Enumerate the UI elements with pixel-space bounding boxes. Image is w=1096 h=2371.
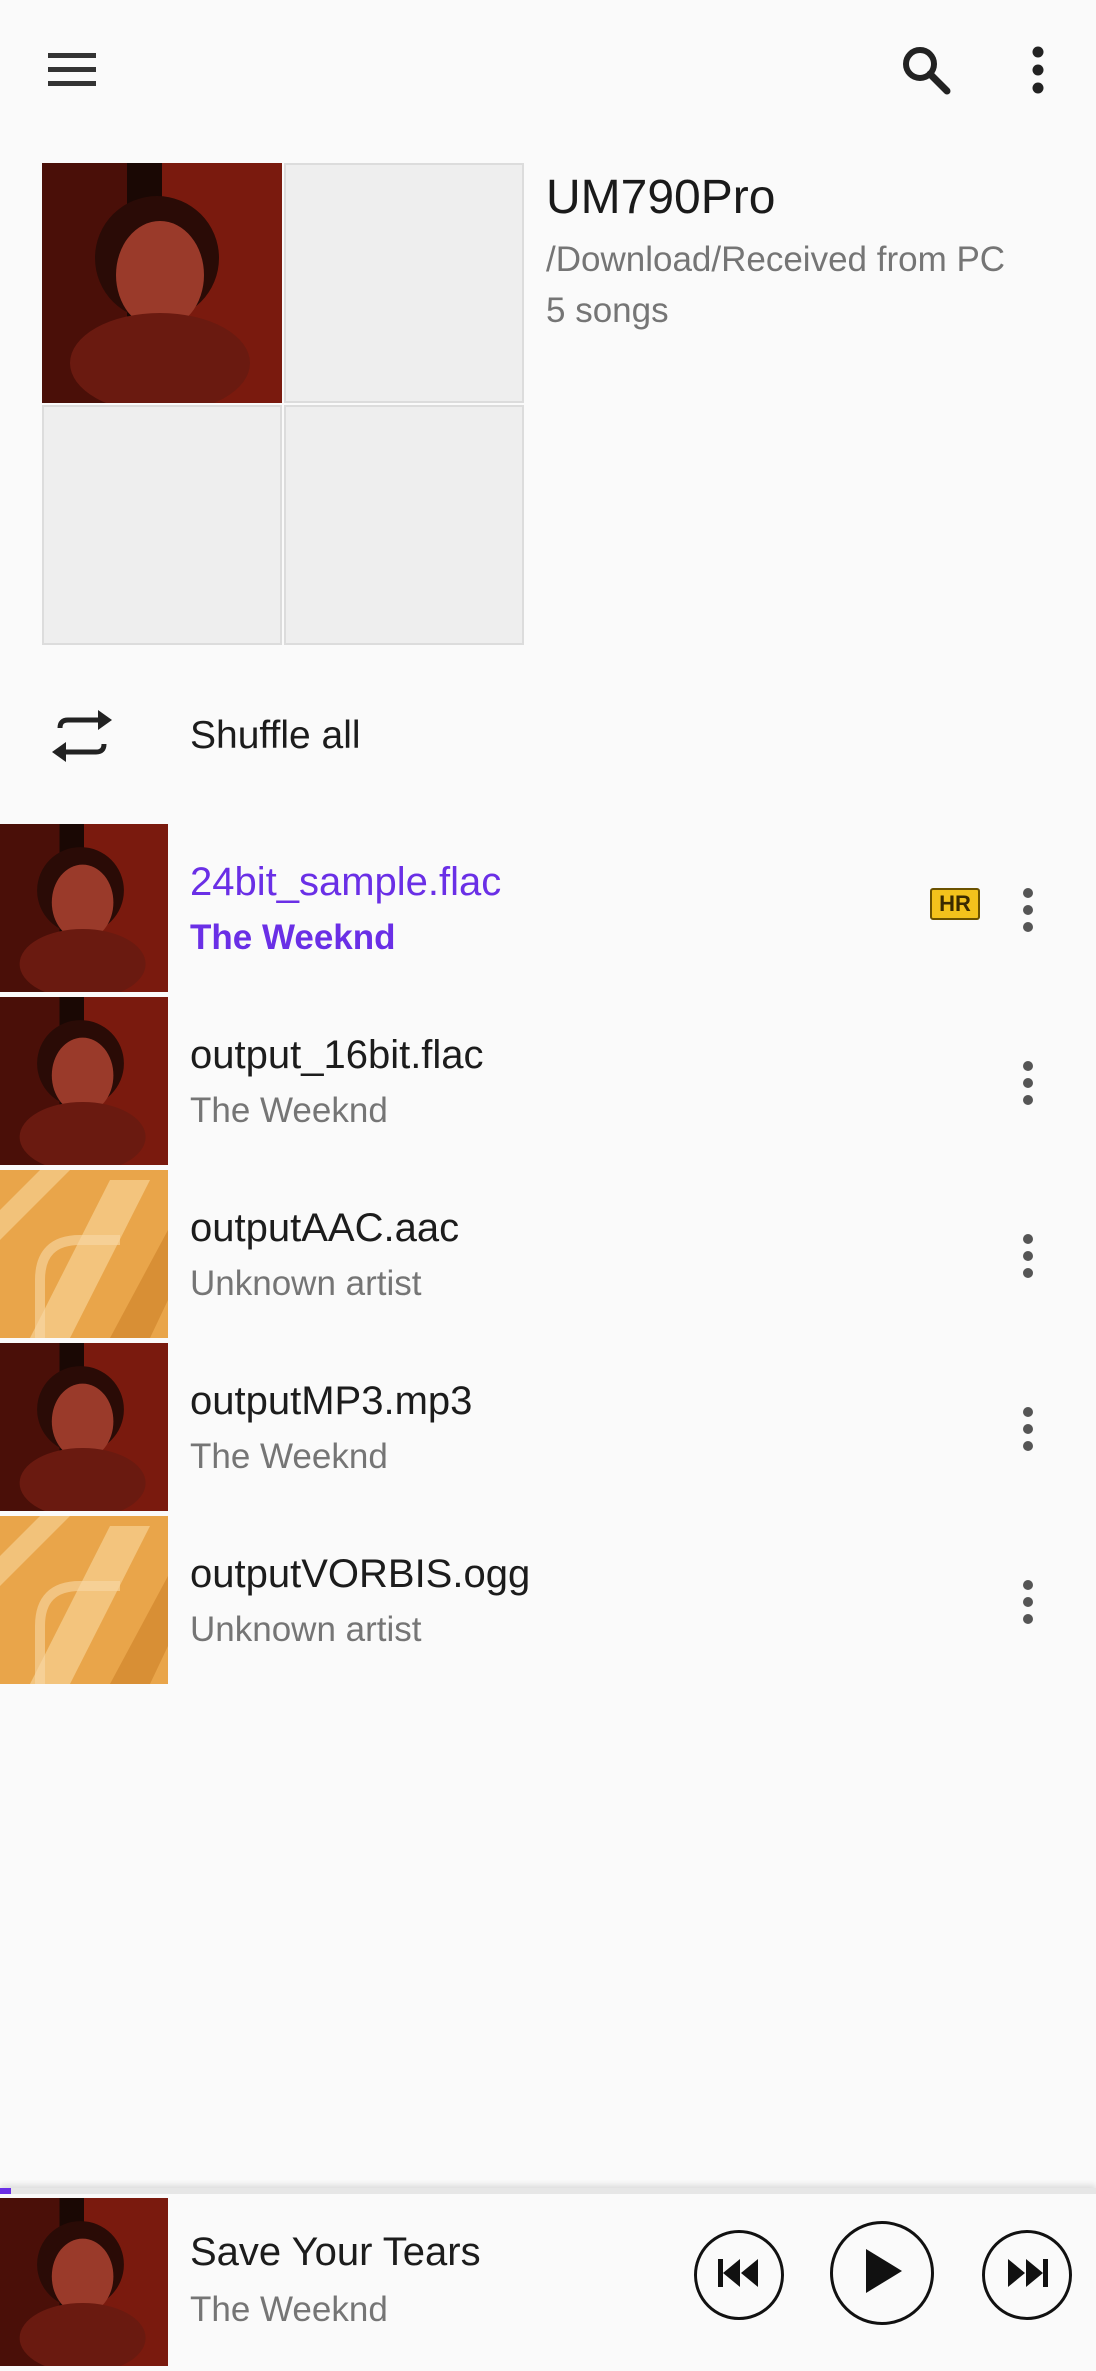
- song-album-art: [0, 1343, 168, 1511]
- more-vert-icon[interactable]: [996, 28, 1080, 112]
- skip-next-button[interactable]: [982, 2230, 1072, 2320]
- more-vert-icon[interactable]: [1000, 1560, 1056, 1644]
- song-artist: The Weeknd: [190, 1091, 388, 1130]
- skip-next-icon: [1006, 2258, 1048, 2292]
- shuffle-all-label: Shuffle all: [190, 714, 361, 757]
- song-title: output_16bit.flac: [190, 1033, 484, 1077]
- song-title: 24bit_sample.flac: [190, 860, 502, 904]
- now-playing-artist: The Weeknd: [190, 2290, 388, 2329]
- song-artist: Unknown artist: [190, 1610, 422, 1649]
- song-row[interactable]: outputMP3.mp3 The Weeknd: [0, 1343, 1096, 1516]
- song-artist: The Weeknd: [190, 918, 396, 957]
- more-vert-icon[interactable]: [1000, 1041, 1056, 1125]
- shuffle-repeat-icon: [46, 708, 118, 764]
- song-title: outputAAC.aac: [190, 1206, 460, 1250]
- hi-res-badge: HR: [930, 888, 980, 920]
- more-vert-icon[interactable]: [1000, 868, 1056, 952]
- more-vert-icon[interactable]: [1000, 1387, 1056, 1471]
- empty-art-slot: [284, 405, 524, 645]
- album-art-weeknd: [42, 163, 282, 413]
- song-album-art: [0, 997, 168, 1165]
- empty-art-slot: [42, 405, 282, 645]
- song-title: outputMP3.mp3: [190, 1379, 473, 1423]
- song-album-art: [0, 1170, 168, 1338]
- playback-progress-fill: [0, 2188, 11, 2194]
- empty-art-slot: [284, 163, 524, 403]
- song-artist: The Weeknd: [190, 1437, 388, 1476]
- play-icon: [862, 2248, 902, 2298]
- song-row[interactable]: outputVORBIS.ogg Unknown artist: [0, 1516, 1096, 1689]
- shuffle-all-button[interactable]: Shuffle all: [0, 646, 1096, 824]
- song-row[interactable]: output_16bit.flac The Weeknd: [0, 997, 1096, 1170]
- song-row[interactable]: 24bit_sample.flac The Weeknd HR: [0, 824, 1096, 997]
- folder-header: UM790Pro /Download/Received from PC 5 so…: [0, 136, 1096, 646]
- hamburger-menu-icon[interactable]: [30, 28, 114, 112]
- song-title: outputVORBIS.ogg: [190, 1552, 531, 1596]
- song-count: 5 songs: [546, 291, 669, 330]
- folder-art-collage: [42, 163, 526, 647]
- folder-title: UM790Pro: [546, 171, 776, 224]
- play-button[interactable]: [830, 2221, 934, 2325]
- search-icon[interactable]: [884, 28, 968, 112]
- song-album-art: [0, 824, 168, 992]
- song-list: 24bit_sample.flac The Weeknd HR output_16bi…: [0, 824, 1096, 1689]
- mini-player[interactable]: Save Your Tears The Weeknd: [0, 2188, 1096, 2371]
- skip-previous-button[interactable]: [694, 2230, 784, 2320]
- song-artist: Unknown artist: [190, 1264, 422, 1303]
- song-album-art: [0, 1516, 168, 1684]
- playback-progress-bar[interactable]: [0, 2188, 1096, 2194]
- now-playing-title: Save Your Tears: [190, 2230, 481, 2274]
- now-playing-album-art: [0, 2198, 168, 2366]
- skip-previous-icon: [718, 2258, 760, 2292]
- song-row[interactable]: outputAAC.aac Unknown artist: [0, 1170, 1096, 1343]
- top-app-bar: [0, 0, 1096, 136]
- more-vert-icon[interactable]: [1000, 1214, 1056, 1298]
- folder-path: /Download/Received from PC: [546, 240, 1006, 279]
